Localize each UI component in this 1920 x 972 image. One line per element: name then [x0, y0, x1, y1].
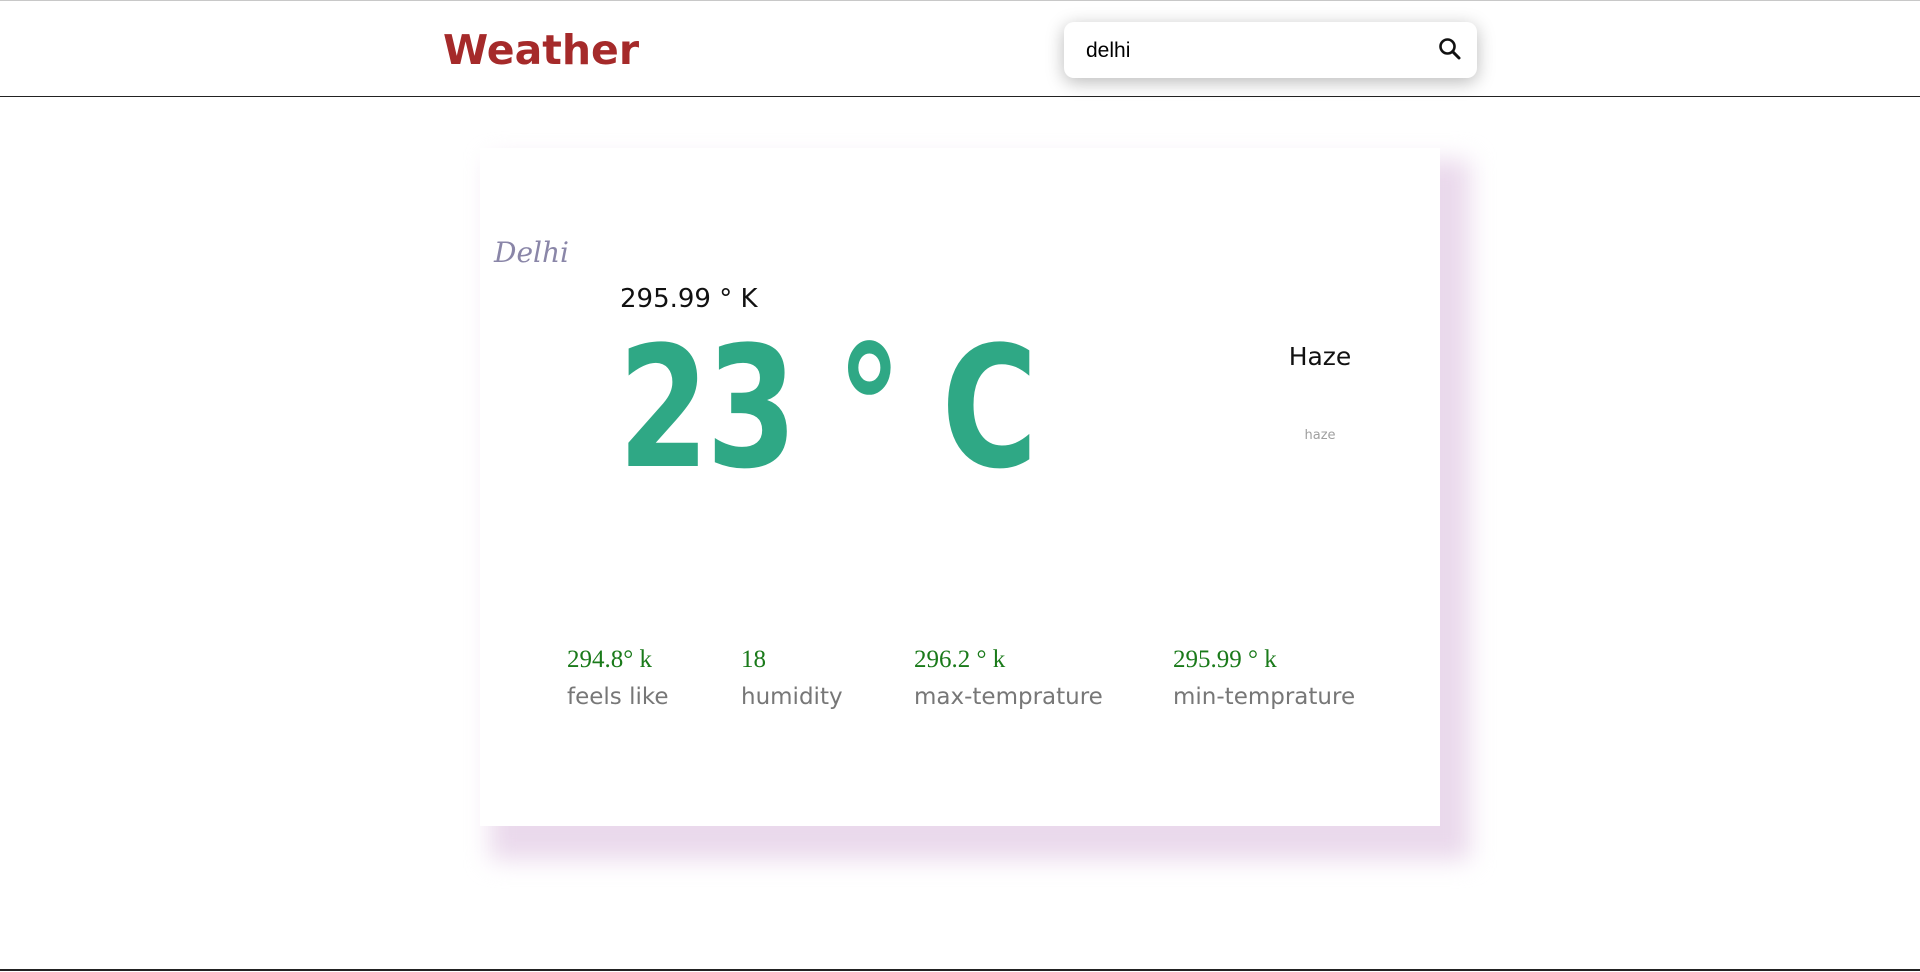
search-input[interactable] [1084, 32, 1418, 70]
stat-label: feels like [567, 684, 669, 710]
weather-card: Delhi 295.99 ° K 23 ° C Haze haze 294.8°… [480, 148, 1440, 826]
bottom-border [0, 969, 1920, 971]
search-box [1064, 22, 1477, 78]
stat-humidity: 18 humidity [741, 646, 843, 710]
weather-description: haze [1304, 428, 1336, 443]
stat-max-temperature: 296.2 ° k max-temprature [914, 646, 1103, 710]
city-name: Delhi [494, 236, 569, 269]
stat-value: 295.99 ° k [1173, 646, 1277, 673]
search-icon[interactable] [1437, 36, 1463, 62]
stat-label: min-temprature [1173, 684, 1356, 710]
search-button[interactable] [1437, 36, 1463, 62]
stat-value: 296.2 ° k [914, 646, 1006, 673]
stat-feels-like: 294.8° k feels like [567, 646, 669, 710]
app-title: Weather [443, 26, 640, 74]
weather-condition: Haze [1288, 342, 1352, 371]
header: Weather [0, 1, 1920, 97]
stat-value: 18 [741, 646, 766, 673]
stat-value: 294.8° k [567, 646, 652, 673]
stat-label: humidity [741, 684, 843, 710]
temperature-celsius: 23 ° C [618, 310, 1038, 506]
stat-min-temperature: 295.99 ° k min-temprature [1173, 646, 1355, 710]
stat-label: max-temprature [914, 684, 1103, 710]
